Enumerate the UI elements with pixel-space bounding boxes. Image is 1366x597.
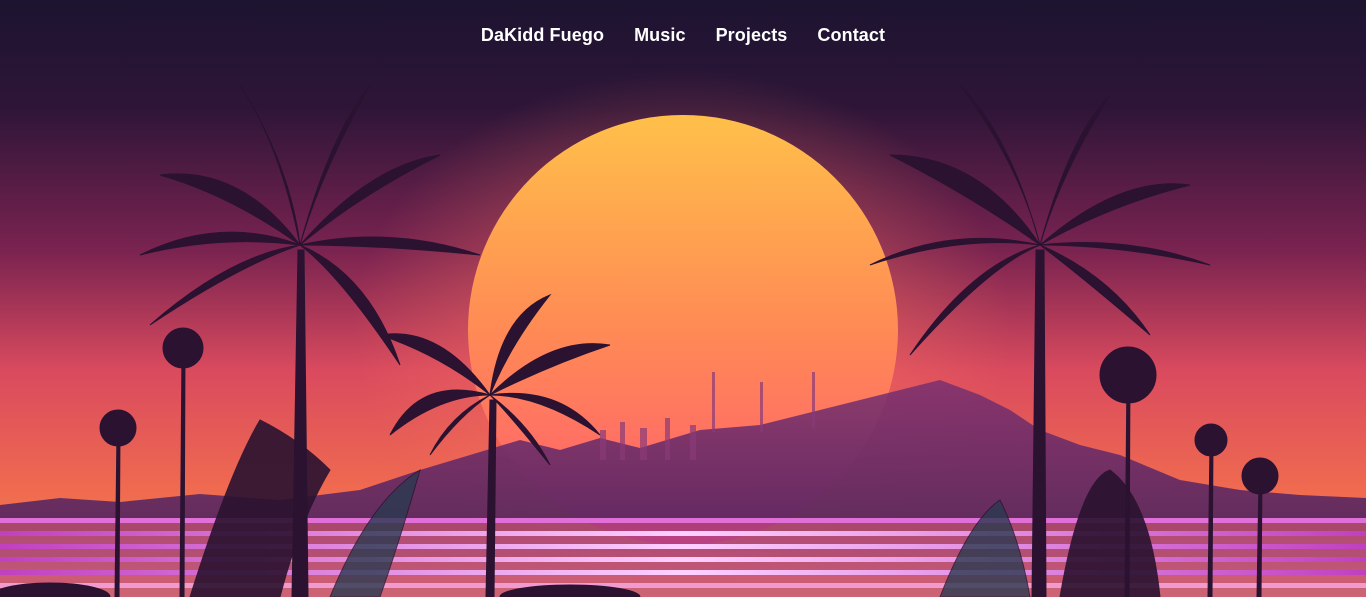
- nav-link-contact[interactable]: Contact: [817, 25, 885, 46]
- nav-link-music[interactable]: Music: [634, 25, 686, 46]
- nav-link-projects[interactable]: Projects: [716, 25, 788, 46]
- hero-background-image: [0, 0, 1366, 597]
- hero-section: DaKidd Fuego Music Projects Contact: [0, 0, 1366, 597]
- top-nav: DaKidd Fuego Music Projects Contact: [0, 0, 1366, 70]
- nav-link-home[interactable]: DaKidd Fuego: [481, 25, 604, 46]
